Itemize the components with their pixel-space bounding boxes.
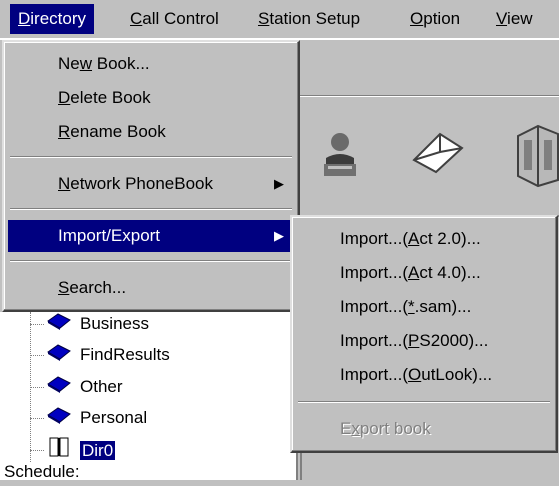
submenu-arrow-icon: ▶	[274, 228, 284, 243]
tree-item-other[interactable]: Other	[46, 373, 123, 401]
menu-call-control-mnemonic: C	[130, 9, 143, 28]
menu-item-label: Ne	[58, 54, 80, 73]
tree-pane	[0, 312, 298, 480]
menu-item-label: E	[340, 419, 352, 438]
menu-item-mnemonic: A	[408, 263, 420, 282]
tree-connector	[30, 450, 44, 451]
menu-item-import-ps2000[interactable]: Import...(PS2000)...	[296, 325, 552, 357]
tree-label: Dir0	[80, 440, 116, 460]
menu-view-rest: iew	[507, 9, 533, 28]
menu-directory-rest: irectory	[30, 9, 87, 28]
menu-bar: Directory Call Control Station Setup Opt…	[0, 0, 559, 40]
menu-item-export-book[interactable]: Export book	[296, 413, 552, 445]
tree-label: Personal	[80, 408, 148, 427]
tree-label: Business	[80, 314, 149, 333]
tree-connector	[30, 418, 44, 419]
menu-item-label: Import...(	[340, 297, 409, 316]
menu-item-import-export[interactable]: Import/Export ▶	[8, 220, 294, 252]
building-icon[interactable]	[508, 124, 559, 193]
menu-item-label: ct 4.0)...	[419, 263, 481, 282]
menu-item-label: etwork PhoneBook	[70, 174, 213, 193]
menu-item-label: utLook)...	[421, 365, 493, 384]
submenu-arrow-icon: ▶	[274, 176, 284, 191]
menu-item-import-act4[interactable]: Import...(Act 4.0)...	[296, 257, 552, 289]
menu-item-mnemonic: P	[408, 331, 420, 350]
book-icon	[46, 405, 72, 433]
menu-call-control[interactable]: Call Control	[122, 4, 227, 34]
tree-connector	[30, 387, 44, 388]
menu-item-label: S2000)...	[419, 331, 489, 350]
menu-item-mnemonic: S	[58, 278, 70, 297]
tree-item-findresults[interactable]: FindResults	[46, 341, 170, 369]
menu-item-rename-book[interactable]: Rename Book	[8, 116, 294, 148]
menu-item-mnemonic: O	[408, 365, 422, 384]
menu-item-mnemonic: A	[408, 229, 420, 248]
menu-option[interactable]: Option	[402, 4, 468, 34]
menu-item-mnemonic: R	[58, 122, 71, 141]
book-icon	[46, 342, 72, 370]
menu-item-label: Import...(	[340, 331, 409, 350]
menu-option-rest: ption	[423, 9, 461, 28]
menu-separator	[10, 156, 292, 158]
menu-item-import-sam[interactable]: Import...(*.sam)...	[296, 291, 552, 323]
menu-view[interactable]: View	[488, 4, 541, 34]
menu-station-setup-mnemonic: S	[258, 9, 270, 28]
book-icon	[46, 374, 72, 402]
menu-item-label: ename Book	[70, 122, 166, 141]
phone-icon[interactable]	[320, 130, 360, 185]
menu-item-label: port book	[359, 419, 431, 438]
tree-item-personal[interactable]: Personal	[46, 404, 147, 432]
menu-separator	[10, 208, 292, 210]
tree-footer: Schedule:	[4, 462, 80, 481]
menu-item-new-book[interactable]: New Book...	[8, 48, 294, 80]
menu-option-mnemonic: O	[410, 9, 424, 28]
tree-label: FindResults	[80, 345, 170, 364]
mail-icon[interactable]	[410, 130, 466, 179]
menu-item-mnemonic: *	[408, 297, 415, 316]
menu-item-label: Book...	[92, 54, 150, 73]
tree-connector	[30, 324, 44, 325]
book-icon	[46, 311, 72, 339]
menu-item-mnemonic: N	[58, 174, 71, 193]
menu-item-label: ct 2.0)...	[419, 229, 481, 248]
menu-call-control-rest: all Control	[142, 9, 219, 28]
menu-view-mnemonic: V	[496, 9, 508, 28]
menu-item-label: Import...(	[340, 365, 409, 384]
menu-directory-mnemonic: D	[18, 9, 31, 28]
menu-item-label: Import/Export	[58, 226, 161, 245]
tree-item-business[interactable]: Business	[46, 310, 149, 338]
menu-item-mnemonic: w	[79, 54, 93, 73]
menu-separator	[298, 401, 550, 403]
menu-item-label: Import...(	[340, 229, 409, 248]
menu-station-setup[interactable]: Station Setup	[250, 4, 368, 34]
tree-label: Other	[80, 377, 123, 396]
menu-item-search[interactable]: Search...	[8, 272, 294, 304]
tree-connector	[30, 355, 44, 356]
menu-separator	[10, 260, 292, 262]
import-export-submenu: Import...(Act 2.0)... Import...(Act 4.0)…	[290, 215, 558, 453]
menu-item-import-outlook[interactable]: Import...(OutLook)...	[296, 359, 552, 391]
menu-item-label: earch...	[69, 278, 127, 297]
menu-item-import-act2[interactable]: Import...(Act 2.0)...	[296, 223, 552, 255]
menu-item-mnemonic: x	[351, 419, 360, 438]
menu-item-network-phonebook[interactable]: Network PhoneBook ▶	[8, 168, 294, 200]
menu-item-mnemonic: D	[58, 88, 71, 107]
menu-item-label: .sam)...	[414, 297, 472, 316]
menu-item-label: elete Book	[70, 88, 151, 107]
menu-station-setup-rest: tation Setup	[269, 9, 361, 28]
menu-item-label: Import...(	[340, 263, 409, 282]
menu-item-delete-book[interactable]: Delete Book	[8, 82, 294, 114]
menu-directory[interactable]: Directory	[10, 4, 95, 34]
directory-menu: New Book... Delete Book Rename Book Netw…	[2, 40, 300, 312]
toolbar-separator	[300, 95, 559, 97]
